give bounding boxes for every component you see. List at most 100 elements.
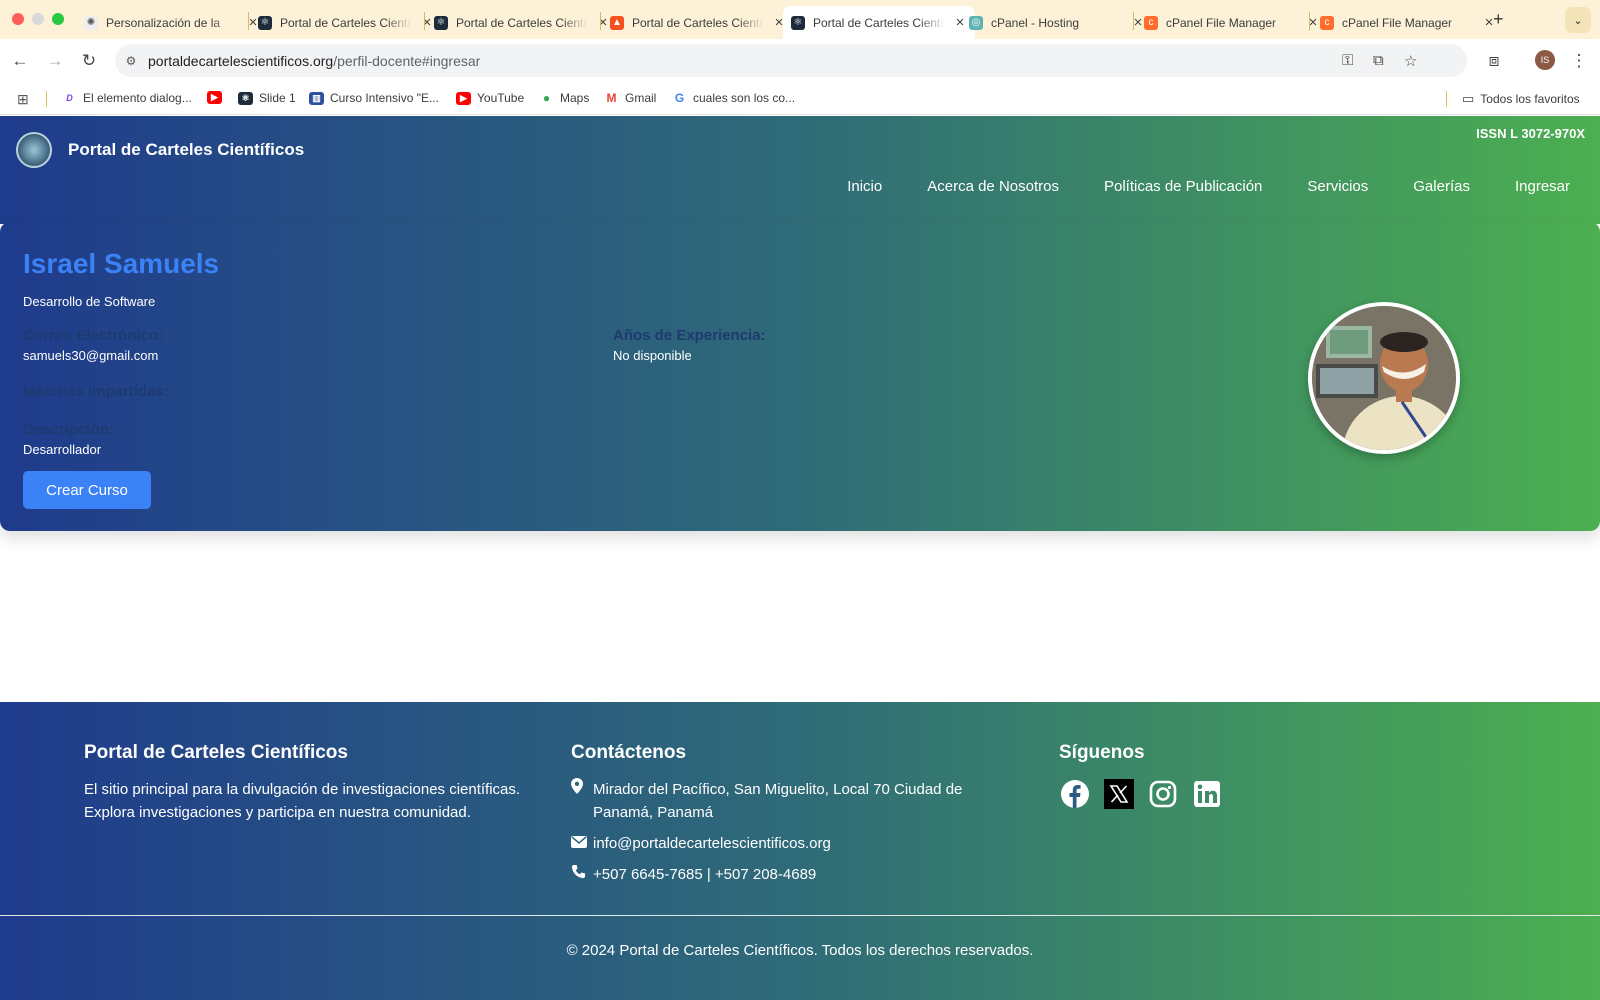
site-header: Portal de Carteles Científicos ISSN L 30…: [0, 116, 1600, 224]
footer-about-heading: Portal de Carteles Científicos: [84, 742, 348, 763]
bookmark-label: Gmail: [625, 91, 657, 105]
browser-tab[interactable]: ▲ Portal de Carteles Científicos ×: [602, 6, 794, 39]
cpanel-icon: c: [1320, 15, 1334, 30]
window-maximize-button[interactable]: [52, 13, 64, 25]
react-icon: ⚛: [791, 15, 805, 30]
bookmark-label: cuales son los co...: [693, 91, 796, 105]
bookmark-star-icon[interactable]: ☆: [1404, 52, 1417, 70]
all-bookmarks-folder[interactable]: ▭ Todos los favoritos: [1462, 91, 1580, 107]
create-course-button[interactable]: Crear Curso: [23, 471, 151, 509]
facebook-glyph: [1061, 780, 1089, 808]
site-title[interactable]: Portal de Carteles Científicos: [68, 140, 304, 160]
envelope-icon: [571, 832, 593, 855]
browser-tab[interactable]: ⚛ Portal de Carteles Científicos ×: [426, 6, 618, 39]
tab-title: Portal de Carteles Científicos: [632, 15, 764, 30]
profile-name: Israel Samuels: [23, 248, 220, 279]
bookmark-item[interactable]: M Gmail: [604, 91, 656, 105]
footer-about: Portal de Carteles Científicos El sitio …: [84, 742, 554, 824]
footer-email-text[interactable]: info@portaldecartelescientificos.org: [593, 832, 831, 855]
browser-tab[interactable]: c cPanel File Manager ×: [1312, 6, 1504, 39]
profile-avatar[interactable]: IS: [1535, 50, 1555, 70]
site-footer: Portal de Carteles Científicos El sitio …: [0, 702, 1600, 1000]
password-key-icon[interactable]: ⚿: [1342, 52, 1353, 69]
tab-search-button[interactable]: ⌄: [1565, 7, 1591, 33]
bookmarks-bar: ⊞ D El elemento dialog... ▶ ⚛ Slide 1 ▥ …: [0, 83, 1600, 115]
nav-servicios[interactable]: Servicios: [1307, 178, 1368, 195]
youtube-icon: ▶: [207, 91, 222, 104]
phone-icon: [571, 863, 593, 886]
footer-phone: +507 6645-7685 | +507 208-4689: [571, 863, 1011, 886]
window-close-button[interactable]: [12, 13, 24, 25]
nav-acerca[interactable]: Acerca de Nosotros: [927, 178, 1059, 195]
bookmark-separator: [1446, 91, 1447, 107]
tab-title: Portal de Carteles Científicos: [813, 15, 945, 30]
tab-separator: [248, 12, 249, 30]
main-nav: Inicio Acerca de Nosotros Políticas de P…: [802, 178, 1570, 195]
maps-pin-icon: ●: [539, 91, 554, 105]
tab-separator: [424, 12, 425, 30]
teacher-profile-card: Israel Samuels Desarrollo de Software Co…: [0, 222, 1600, 531]
folder-icon: ▭: [1462, 91, 1475, 106]
browser-tab[interactable]: ◎ cPanel - Hosting ×: [961, 6, 1153, 39]
bookmark-item[interactable]: ▶: [207, 91, 228, 104]
site-info-icon[interactable]: ⚙: [123, 54, 139, 68]
bookmark-item[interactable]: ⚛ Slide 1: [238, 91, 296, 105]
footer-address: Mirador del Pacífico, San Miguelito, Loc…: [571, 778, 1011, 824]
site-logo[interactable]: [16, 132, 52, 168]
browser-tab[interactable]: ✺ Personalización de la ×: [76, 6, 268, 39]
instagram-icon[interactable]: [1147, 778, 1179, 810]
footer-phone-text: +507 6645-7685 | +507 208-4689: [593, 866, 817, 883]
footer-address-text: Mirador del Pacífico, San Miguelito, Loc…: [593, 781, 963, 821]
window-minimize-button[interactable]: [32, 13, 44, 25]
bookmark-label: El elemento dialog...: [83, 91, 192, 105]
address-bar[interactable]: ⚙ portaldecartelescientificos.org/perfil…: [115, 44, 1467, 77]
bookmark-item[interactable]: ● Maps: [539, 91, 589, 105]
profile-photo: [1308, 302, 1460, 454]
linkedin-icon[interactable]: [1191, 778, 1223, 810]
browser-tab-active[interactable]: ⚛ Portal de Carteles Científicos ×: [783, 6, 975, 39]
nav-inicio[interactable]: Inicio: [847, 178, 882, 195]
nav-politicas[interactable]: Políticas de Publicación: [1104, 178, 1262, 195]
tab-title: cPanel - Hosting: [991, 15, 1080, 30]
extensions-icon[interactable]: ⧈: [1482, 49, 1506, 73]
footer-social: Síguenos: [1059, 742, 1359, 810]
envelope-glyph: [571, 836, 587, 848]
bookmark-item[interactable]: ▥ Curso Intensivo "E...: [309, 91, 439, 105]
x-icon[interactable]: [1103, 778, 1135, 810]
reload-icon[interactable]: ↻: [77, 49, 101, 73]
bookmark-item[interactable]: D El elemento dialog...: [62, 91, 192, 105]
menu-dots-icon[interactable]: ⋮: [1567, 49, 1591, 73]
google-icon: G: [672, 91, 687, 105]
bookmark-label: Slide 1: [259, 91, 296, 105]
issn-label: ISSN L 3072-970X: [1476, 126, 1585, 141]
tab-title: cPanel File Manager: [1166, 15, 1277, 30]
facebook-icon[interactable]: [1059, 778, 1091, 810]
new-tab-button[interactable]: +: [1493, 9, 1504, 30]
bookmark-item[interactable]: G cuales son los co...: [672, 91, 795, 105]
linkedin-glyph: [1194, 781, 1220, 807]
profile-role: Desarrollo de Software: [23, 294, 156, 309]
react-icon: ⚛: [258, 15, 272, 30]
instagram-glyph: [1149, 780, 1177, 808]
firebase-icon: ▲: [610, 15, 624, 30]
bookmark-separator: [46, 91, 47, 107]
tab-title: cPanel File Manager: [1342, 15, 1453, 30]
react-icon: ⚛: [434, 15, 448, 30]
map-pin-icon: [571, 778, 593, 801]
gmail-icon: M: [604, 91, 619, 105]
nav-galerias[interactable]: Galerías: [1413, 178, 1470, 195]
back-icon[interactable]: ←: [8, 49, 32, 73]
social-links: [1059, 778, 1359, 810]
forward-icon[interactable]: →: [43, 49, 67, 73]
url-host: portaldecartelescientificos.org: [148, 52, 334, 69]
browser-tab[interactable]: ⚛ Portal de Carteles Científicos ×: [250, 6, 442, 39]
url-text[interactable]: portaldecartelescientificos.org/perfil-d…: [148, 53, 480, 69]
cpanel-icon: c: [1144, 15, 1158, 30]
open-in-app-icon[interactable]: ⧉: [1373, 52, 1384, 69]
bookmark-item[interactable]: ▶ YouTube: [456, 91, 524, 105]
profile-photo-illustration: [1312, 306, 1456, 450]
apps-grid-icon[interactable]: ⊞: [17, 91, 29, 108]
url-path: /perfil-docente#ingresar: [333, 52, 481, 69]
browser-tab[interactable]: c cPanel File Manager ×: [1136, 6, 1328, 39]
nav-ingresar[interactable]: Ingresar: [1515, 178, 1570, 195]
